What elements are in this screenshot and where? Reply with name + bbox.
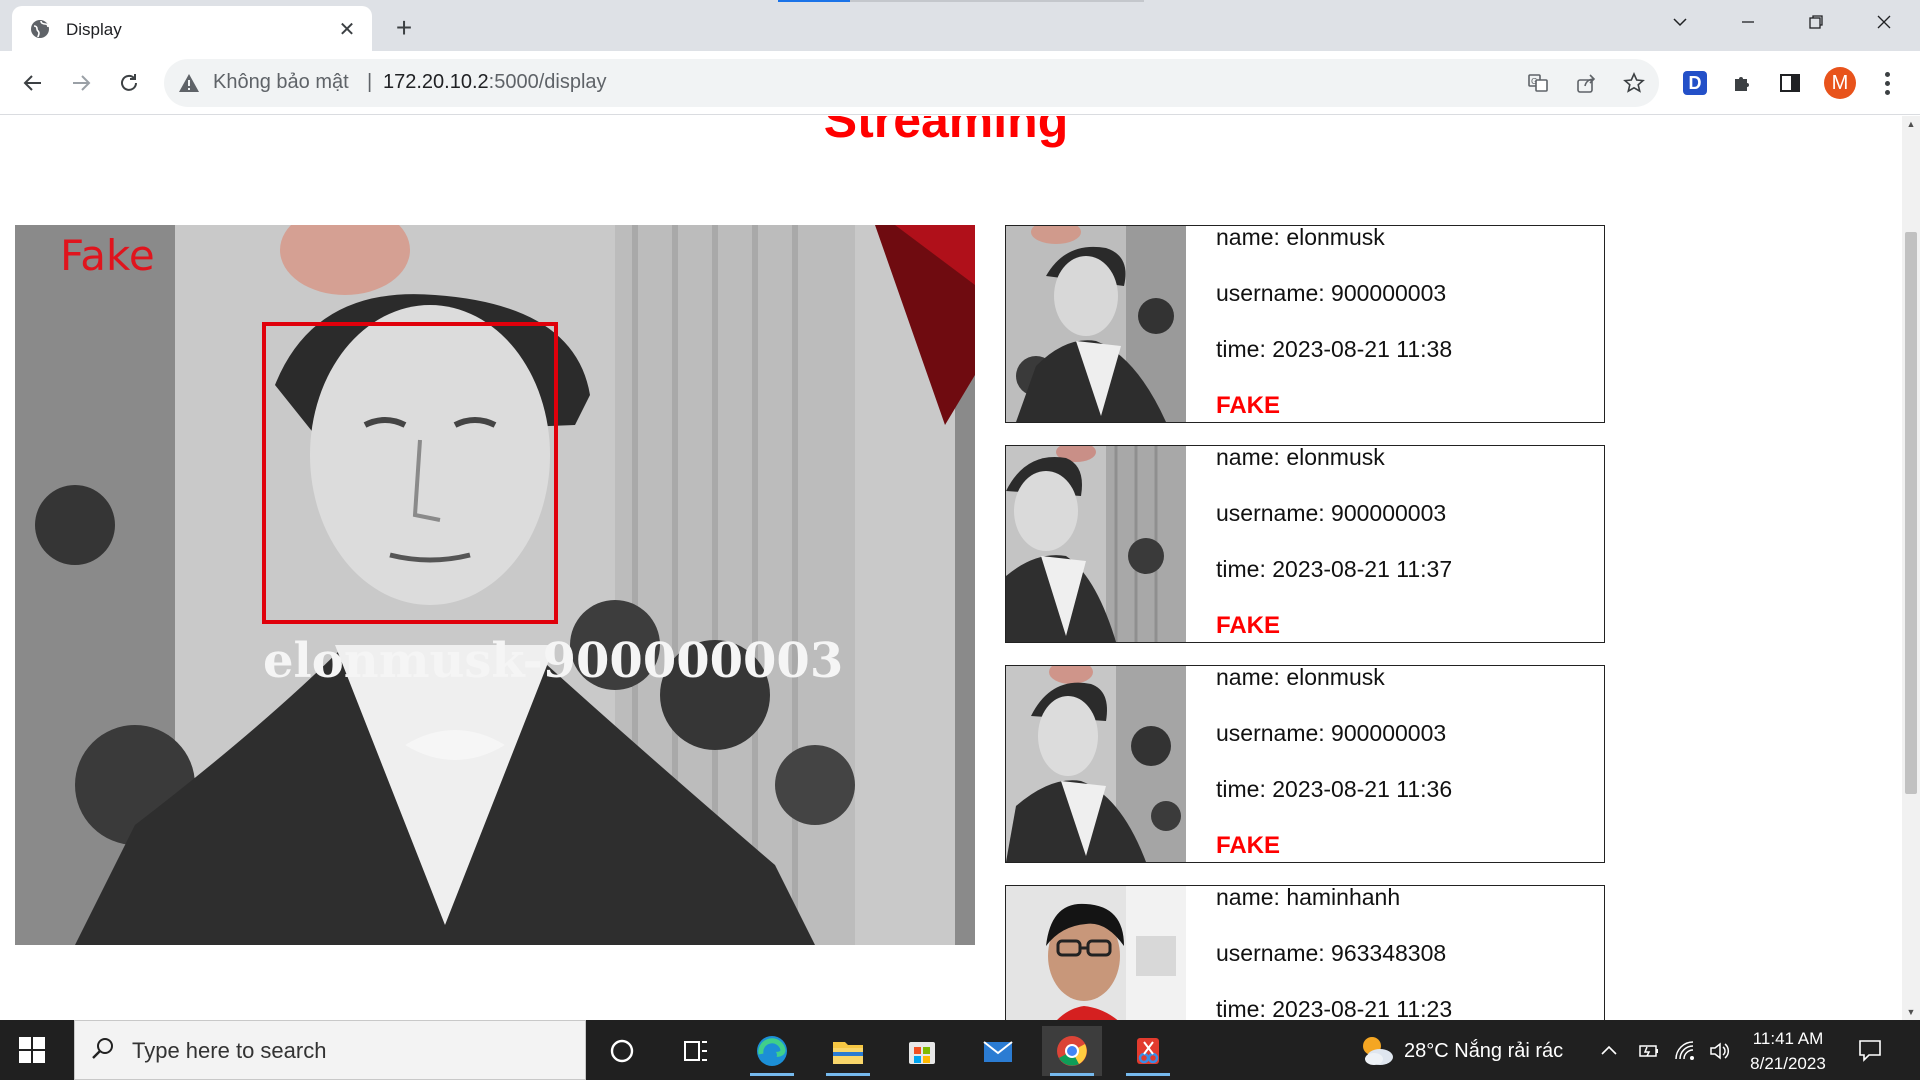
clock-date: 8/21/2023 [1750, 1054, 1826, 1073]
chrome-icon[interactable] [1042, 1026, 1102, 1076]
notification-center-icon[interactable] [1856, 1036, 1884, 1064]
tab-indicator [778, 0, 850, 2]
microsoft-store-icon[interactable] [892, 1026, 952, 1076]
record-time: time: 2023-08-21 11:37 [1216, 556, 1453, 582]
snipping-running-indicator [1126, 1073, 1170, 1076]
record-status: FAKE [1216, 612, 1281, 639]
liveness-status-label: Fake [60, 231, 155, 280]
reload-button[interactable] [112, 66, 146, 100]
globe-icon [31, 20, 49, 38]
side-panel-icon[interactable] [1776, 69, 1804, 97]
record-name: name: elonmusk [1216, 444, 1385, 470]
edge-icon[interactable] [742, 1026, 802, 1076]
share-icon[interactable] [1573, 70, 1599, 96]
url-path: :5000/display [488, 71, 607, 93]
record-username: username: 963348308 [1216, 940, 1447, 966]
record-username: username: 900000003 [1216, 500, 1447, 526]
taskbar-search-placeholder[interactable]: Type here to search [132, 1038, 326, 1064]
explorer-running-indicator [826, 1073, 870, 1076]
record-time: time: 2023-08-21 11:36 [1216, 776, 1453, 802]
reload-icon [121, 74, 137, 91]
record-time: time: 2023-08-21 11:23 [1216, 996, 1453, 1020]
svg-text:G: G [1531, 77, 1537, 86]
vertical-scrollbar[interactable]: ▲ ▼ [1902, 116, 1920, 1020]
bookmark-star-icon[interactable] [1621, 70, 1647, 96]
record-name: name: haminhanh [1216, 884, 1401, 910]
chrome-running-indicator [1050, 1073, 1094, 1076]
volume-icon[interactable] [1706, 1038, 1732, 1064]
record-name: name: elonmusk [1216, 224, 1385, 250]
taskbar-clock[interactable]: 11:41 AM 8/21/2023 [1740, 1026, 1836, 1076]
scroll-up-arrow[interactable]: ▲ [1902, 116, 1920, 132]
arrow-left-icon [23, 75, 41, 91]
chevron-up-icon[interactable] [1596, 1038, 1622, 1064]
back-button[interactable] [16, 66, 50, 100]
forward-button[interactable] [64, 66, 98, 100]
security-label[interactable]: Không bảo mật [213, 71, 349, 94]
extension-d-icon[interactable]: D [1683, 71, 1707, 95]
search-icon [92, 1038, 113, 1059]
page-title: Streaming [823, 116, 1069, 148]
edge-running-indicator [750, 1073, 794, 1076]
record-card: name: elonmusk username: 900000003 time:… [1005, 444, 1605, 643]
close-window-button[interactable] [1864, 6, 1904, 38]
record-card: name: elonmusk username: 900000003 time:… [1005, 224, 1605, 423]
weather-text[interactable]: 28°C Nắng rải rác [1404, 1040, 1563, 1063]
translate-icon[interactable]: G [1525, 70, 1551, 96]
record-time: time: 2023-08-21 11:38 [1216, 336, 1453, 362]
arrow-right-icon [73, 75, 91, 91]
record-card: name: elonmusk username: 900000003 time:… [1005, 664, 1605, 863]
record-thumbnail [1006, 666, 1186, 862]
record-thumbnail [1006, 886, 1186, 1020]
video-stream: Fake elonmusk-900000003 [15, 225, 975, 945]
mail-icon[interactable] [968, 1026, 1028, 1076]
cortana-icon[interactable] [592, 1026, 652, 1076]
url-separator: | [367, 71, 373, 93]
warning-icon[interactable] [178, 72, 200, 94]
tab-close-icon[interactable]: ✕ [334, 16, 360, 42]
windows-start-icon[interactable] [18, 1036, 46, 1064]
profile-avatar[interactable]: M [1824, 67, 1856, 99]
record-card: name: haminhanh username: 963348308 time… [1005, 884, 1605, 1020]
page-content: Streaming Fake elonmusk-900000003 name: … [0, 116, 1902, 1020]
tab-indicator-secondary [850, 0, 1144, 2]
record-thumbnail [1006, 226, 1186, 422]
menu-kebab-icon[interactable] [1876, 69, 1898, 97]
tab-search-chevron-icon[interactable] [1660, 6, 1700, 38]
new-tab-button[interactable]: + [388, 12, 420, 44]
file-explorer-icon[interactable] [818, 1026, 878, 1076]
weather-partly-sunny-icon[interactable] [1356, 1030, 1396, 1070]
record-username: username: 900000003 [1216, 280, 1447, 306]
record-thumbnail [1006, 446, 1186, 642]
minimize-button[interactable] [1728, 6, 1768, 38]
url-host: 172.20.10.2 [383, 71, 489, 93]
clock-time: 11:41 AM [1752, 1029, 1824, 1048]
record-status: FAKE [1216, 832, 1281, 859]
record-status: FAKE [1216, 392, 1281, 419]
scrollbar-thumb[interactable] [1905, 232, 1917, 794]
record-username: username: 900000003 [1216, 720, 1447, 746]
battery-icon[interactable] [1636, 1038, 1662, 1064]
browser-tab[interactable]: Display ✕ [12, 6, 372, 51]
identity-label: elonmusk-900000003 [263, 633, 844, 689]
wifi-icon[interactable] [1672, 1038, 1698, 1064]
url-text[interactable]: 172.20.10.2:5000/display [383, 71, 607, 94]
extensions-puzzle-icon[interactable] [1728, 69, 1756, 97]
restore-button[interactable] [1796, 6, 1836, 38]
scroll-down-arrow[interactable]: ▼ [1902, 1004, 1920, 1020]
tab-title: Display [66, 20, 122, 39]
snipping-tool-icon[interactable] [1118, 1026, 1178, 1076]
record-name: name: elonmusk [1216, 664, 1385, 690]
face-bounding-box [262, 322, 558, 624]
task-view-icon[interactable] [666, 1026, 726, 1076]
